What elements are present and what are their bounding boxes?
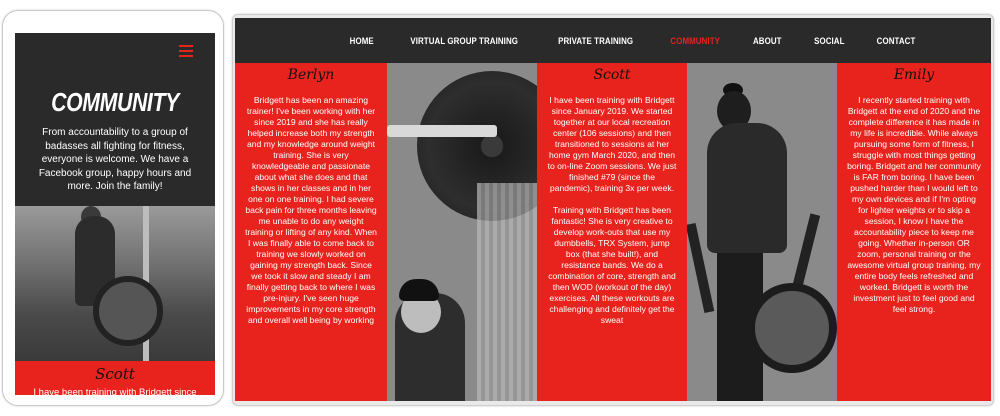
testimonial-name: Emily xyxy=(893,67,935,83)
testimonial-name: Scott xyxy=(593,67,631,83)
nav-about[interactable]: ABOUT xyxy=(753,36,782,46)
testimonial-card-emily: Emily I recently started training with B… xyxy=(837,63,991,401)
gym-photo-bike xyxy=(687,63,837,401)
nav-community[interactable]: COMMUNITY xyxy=(670,36,720,46)
testimonials-section: Berlyn Bridgett has been an amazing trai… xyxy=(235,63,991,401)
nav-social[interactable]: SOCIAL xyxy=(814,36,844,46)
desktop-device-frame: HOME VIRTUAL GROUP TRAINING PRIVATE TRAI… xyxy=(232,14,994,406)
nav-private-training[interactable]: PRIVATE TRAINING xyxy=(559,36,634,46)
desktop-screen: HOME VIRTUAL GROUP TRAINING PRIVATE TRAI… xyxy=(235,18,991,401)
testimonial-card-scott: Scott I have been training with Bridgett… xyxy=(537,63,687,401)
nav-virtual-group-training[interactable]: VIRTUAL GROUP TRAINING xyxy=(410,36,518,46)
gym-photo-barbell xyxy=(387,63,537,401)
mobile-intro-text: From accountability to a group of badass… xyxy=(38,127,192,192)
testimonial-card-berlyn: Berlyn Bridgett has been an amazing trai… xyxy=(235,63,387,401)
nav-contact[interactable]: CONTACT xyxy=(877,36,916,46)
mobile-testimonial-name: Scott xyxy=(95,365,135,383)
mobile-screen: COMMUNITY From accountability to a group… xyxy=(15,33,215,395)
mobile-page-title: COMMUNITY xyxy=(51,87,179,117)
main-nav: HOME VIRTUAL GROUP TRAINING PRIVATE TRAI… xyxy=(235,18,991,63)
testimonial-text: I have been training with Bridgett since… xyxy=(547,95,677,325)
mobile-testimonial: Scott I have been training with Bridgett… xyxy=(15,361,215,395)
hamburger-menu-icon[interactable] xyxy=(179,45,193,58)
testimonial-text: Bridgett has been an amazing trainer! I'… xyxy=(245,95,377,325)
mobile-device-frame: COMMUNITY From accountability to a group… xyxy=(2,10,224,406)
mobile-hero-photo xyxy=(15,206,215,361)
mobile-testimonial-text: I have been training with Bridgett since… xyxy=(33,387,197,395)
testimonial-text: I recently started training with Bridget… xyxy=(847,95,981,314)
nav-home[interactable]: HOME xyxy=(349,36,373,46)
testimonial-name: Berlyn xyxy=(287,67,335,83)
mobile-header xyxy=(15,33,215,91)
